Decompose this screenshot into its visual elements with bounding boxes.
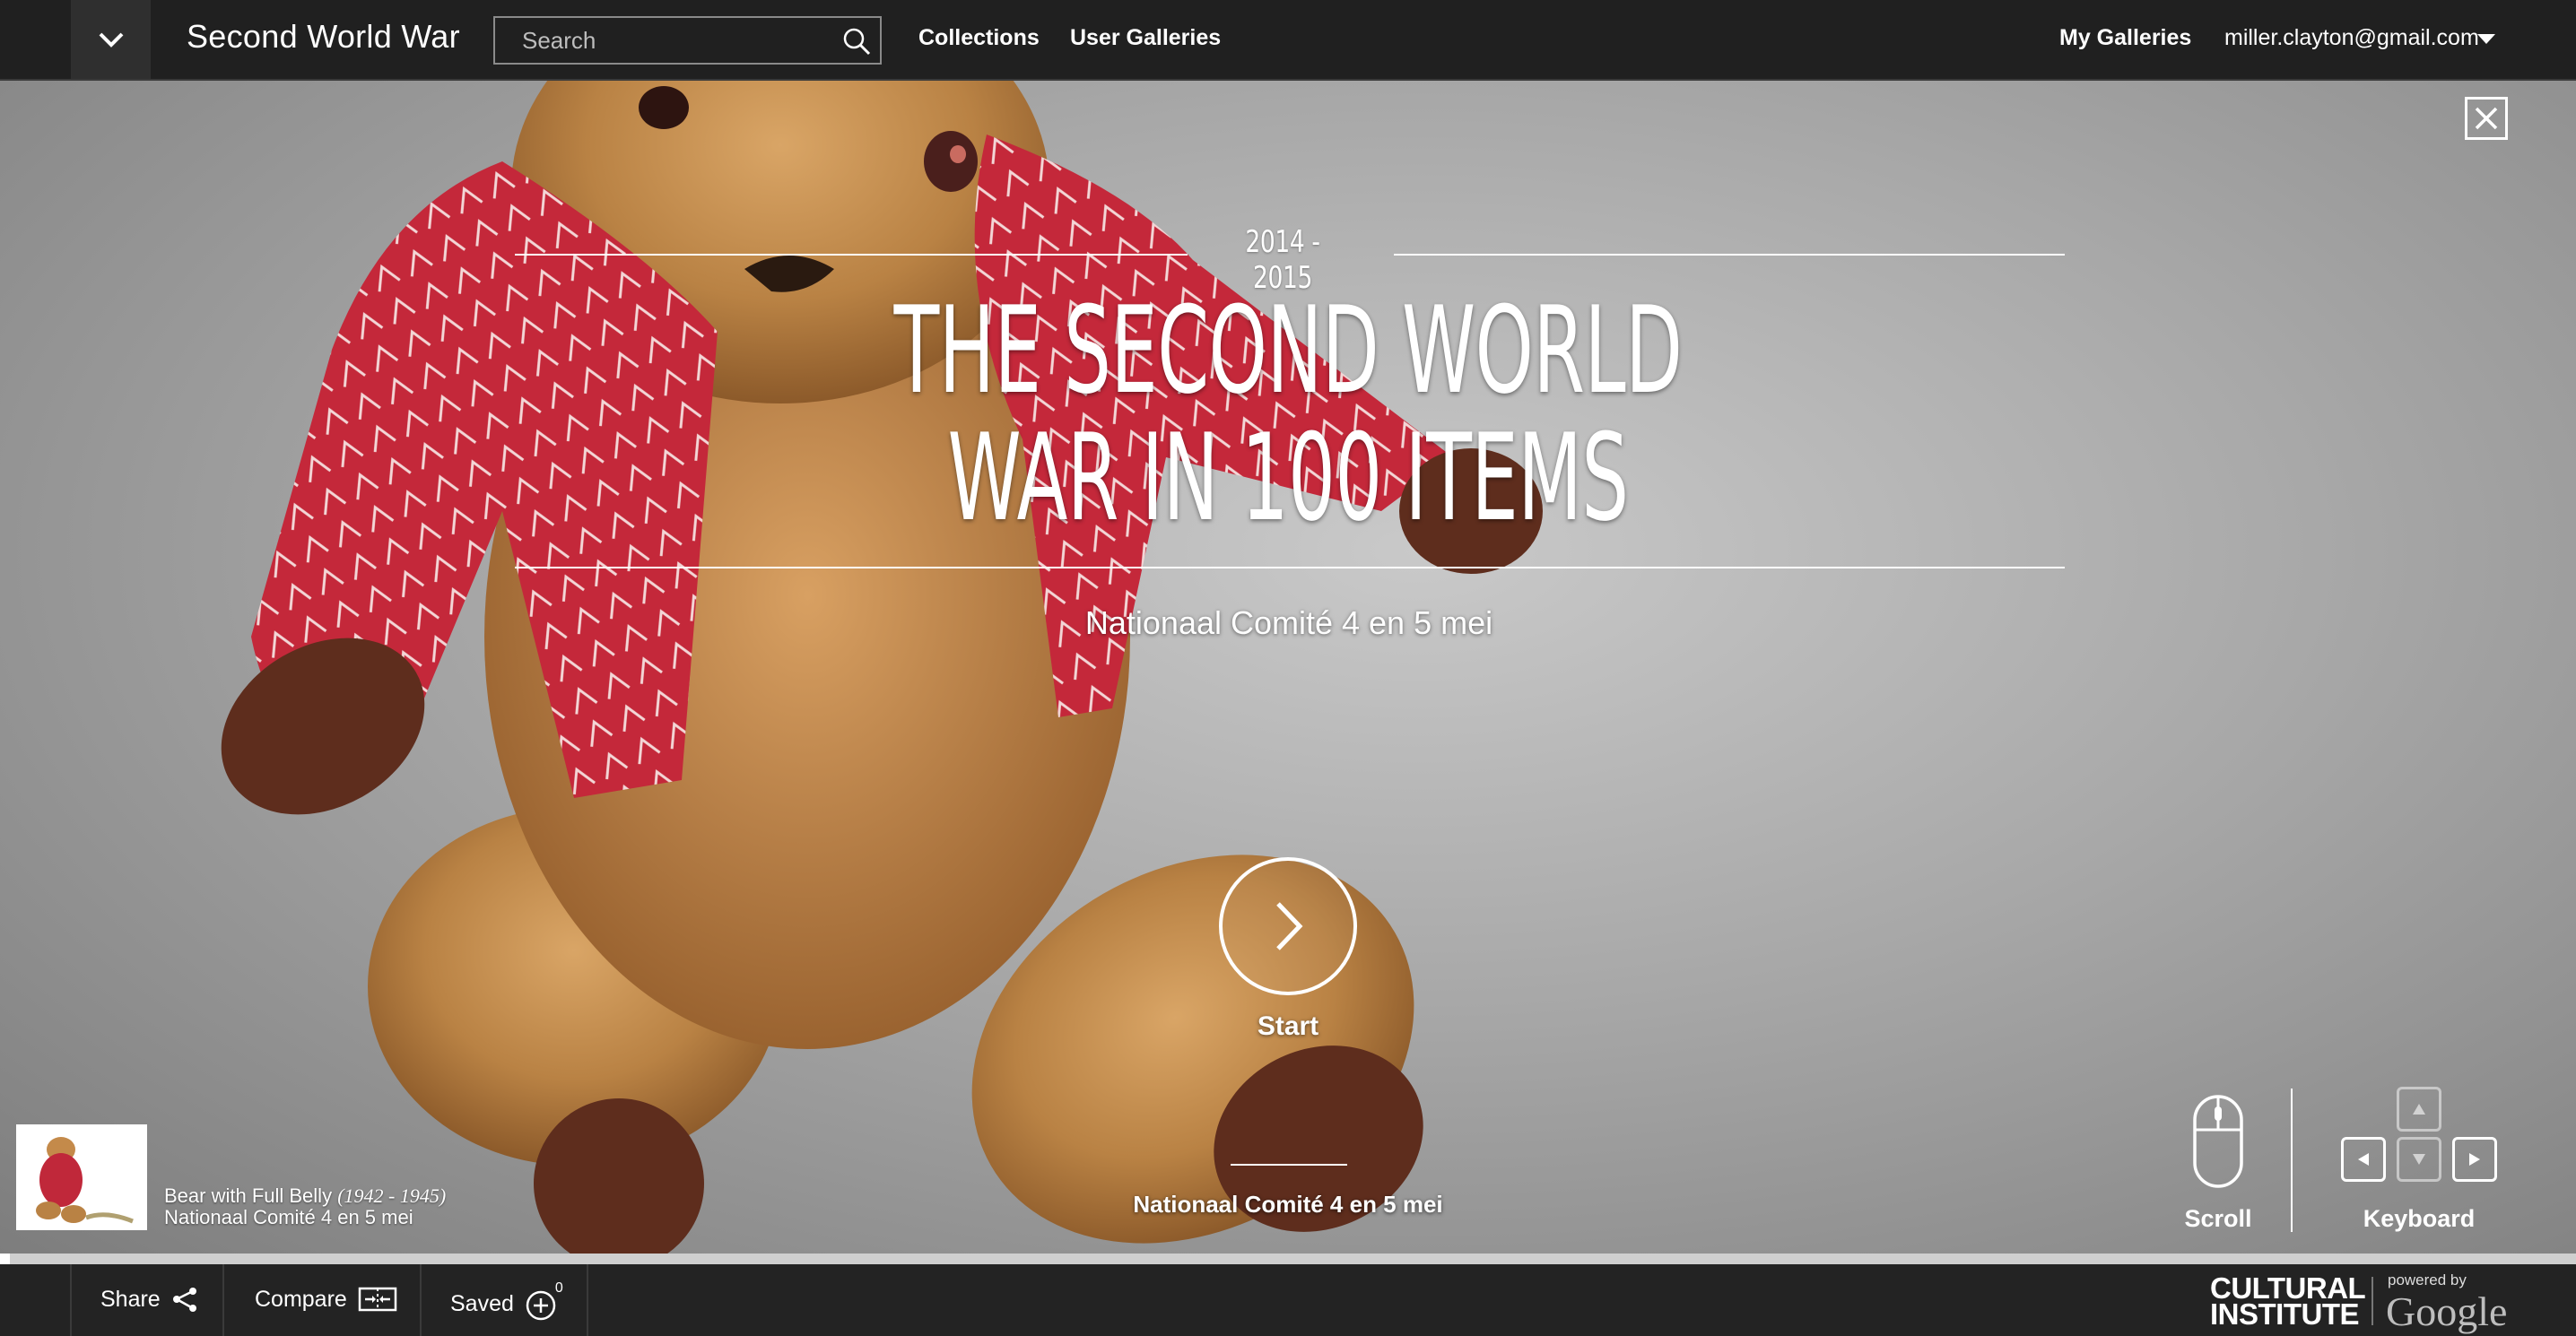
- add-circle-icon: [526, 1290, 556, 1321]
- toolbar-divider: [420, 1264, 422, 1336]
- story-cover: 2014 - 2015 THE SECOND WORLD WAR IN 100 …: [0, 81, 2576, 1255]
- nav-collections-link[interactable]: Collections: [918, 25, 1040, 51]
- close-icon: [2475, 107, 2498, 130]
- powered-by-text: powered by: [2388, 1271, 2467, 1288]
- provider-rule: [1231, 1164, 1347, 1166]
- saved-label: Saved: [450, 1290, 514, 1316]
- teddy-bear-thumbnail: [16, 1124, 147, 1230]
- start-button[interactable]: [1219, 857, 1357, 995]
- google-logo[interactable]: Google: [2386, 1288, 2507, 1335]
- chevron-right-icon: [1276, 902, 1303, 950]
- search-icon[interactable]: [842, 27, 871, 56]
- scroll-hint-label: Scroll: [2184, 1205, 2252, 1232]
- key-right: [2452, 1137, 2497, 1182]
- item-thumbnail[interactable]: [16, 1124, 147, 1230]
- key-down: [2397, 1137, 2441, 1182]
- share-button[interactable]: Share: [100, 1286, 198, 1313]
- key-up: [2397, 1087, 2441, 1132]
- saved-button[interactable]: Saved 0: [450, 1280, 563, 1322]
- close-button[interactable]: [2465, 97, 2508, 140]
- share-icon: [172, 1288, 196, 1312]
- top-nav-bar: Second World War Collections User Galler…: [0, 0, 2576, 81]
- bottom-toolbar: Share Compare Saved 0 CULTURAL INSTITUTE…: [0, 1264, 2576, 1336]
- brand-divider: [2371, 1277, 2373, 1325]
- item-owner: Nationaal Comité 4 en 5 mei: [164, 1206, 413, 1228]
- item-title: Bear with Full Belly: [164, 1184, 333, 1207]
- cultural-institute-logo[interactable]: CULTURAL INSTITUTE: [2210, 1273, 2366, 1331]
- title-rule-bottom: [515, 567, 2065, 568]
- compare-button[interactable]: Compare: [255, 1286, 397, 1313]
- keyboard-hint-label: Keyboard: [2363, 1205, 2476, 1232]
- story-progress-bar[interactable]: [0, 1254, 2576, 1264]
- title-rule-top-right: [1394, 254, 2065, 256]
- story-subtitle: Nationaal Comité 4 en 5 mei: [1084, 604, 1493, 641]
- item-caption[interactable]: Bear with Full Belly (1942 - 1945) Natio…: [164, 1185, 446, 1228]
- compare-icon: [358, 1287, 397, 1312]
- search-box: [493, 16, 882, 65]
- nav-user-galleries-link[interactable]: User Galleries: [1070, 25, 1221, 51]
- story-progress-fill: [0, 1254, 11, 1264]
- item-dates: (1942 - 1945): [337, 1184, 447, 1207]
- provider-name[interactable]: Nationaal Comité 4 en 5 mei: [1109, 1191, 1467, 1219]
- toolbar-divider: [222, 1264, 224, 1336]
- site-title[interactable]: Second World War: [187, 18, 460, 56]
- toolbar-divider: [70, 1264, 72, 1336]
- brand-line-2: INSTITUTE: [2210, 1297, 2360, 1331]
- menu-toggle-button[interactable]: [71, 0, 151, 79]
- caret-down-icon[interactable]: [2477, 34, 2495, 44]
- saved-indicator: 0: [525, 1280, 563, 1322]
- compare-label: Compare: [255, 1286, 347, 1312]
- key-left: [2341, 1137, 2386, 1182]
- toolbar-divider: [587, 1264, 588, 1336]
- saved-count: 0: [554, 1280, 563, 1296]
- mouse-icon: [2193, 1095, 2243, 1188]
- my-galleries-link[interactable]: My Galleries: [2059, 25, 2191, 51]
- share-label: Share: [100, 1286, 161, 1312]
- start-label[interactable]: Start: [1198, 1011, 1378, 1042]
- search-input[interactable]: [495, 18, 836, 63]
- chevron-down-icon: [99, 32, 123, 48]
- title-rule-top-left: [515, 254, 1188, 256]
- user-account-menu[interactable]: miller.clayton@gmail.com: [2224, 25, 2479, 51]
- help-divider: [2291, 1089, 2293, 1232]
- story-title: THE SECOND WORLD WAR IN 100 ITEMS: [893, 281, 1684, 548]
